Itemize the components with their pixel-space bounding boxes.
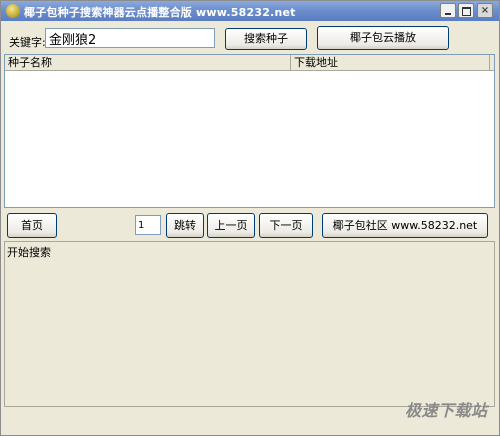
watermark-logo: 极速下载站 bbox=[405, 401, 488, 420]
log-panel[interactable]: 开始搜索 bbox=[4, 241, 495, 407]
prev-page-button[interactable]: 上一页 bbox=[207, 213, 255, 238]
app-window: 椰子包种子搜索神器云点播整合版 www.58232.net × 关键字: 搜索种… bbox=[0, 0, 500, 436]
maximize-button[interactable] bbox=[458, 3, 474, 18]
coconut-app-icon bbox=[6, 4, 20, 18]
column-header-torrent-name[interactable]: 种子名称 bbox=[5, 55, 291, 70]
first-page-button[interactable]: 首页 bbox=[7, 213, 57, 238]
keyword-label: 关键字: bbox=[9, 36, 46, 49]
keyword-input[interactable] bbox=[45, 28, 215, 48]
jump-button[interactable]: 跳转 bbox=[166, 213, 204, 238]
minimize-button[interactable] bbox=[440, 3, 456, 18]
window-title: 椰子包种子搜索神器云点播整合版 www.58232.net bbox=[24, 6, 296, 19]
community-link-button[interactable]: 椰子包社区 www.58232.net bbox=[322, 213, 488, 238]
cloud-play-button[interactable]: 椰子包云播放 bbox=[317, 26, 449, 50]
next-page-button[interactable]: 下一页 bbox=[259, 213, 313, 238]
log-status-text: 开始搜索 bbox=[7, 246, 51, 259]
search-torrent-button[interactable]: 搜索种子 bbox=[225, 28, 307, 50]
results-list[interactable]: 种子名称 下载地址 bbox=[4, 54, 495, 208]
close-button[interactable]: × bbox=[477, 3, 493, 18]
page-number-input[interactable] bbox=[135, 215, 161, 235]
column-header-download-url[interactable]: 下载地址 bbox=[291, 55, 490, 70]
title-bar[interactable]: 椰子包种子搜索神器云点播整合版 www.58232.net × bbox=[1, 1, 499, 21]
results-list-header: 种子名称 下载地址 bbox=[5, 55, 494, 71]
close-icon: × bbox=[480, 5, 490, 16]
